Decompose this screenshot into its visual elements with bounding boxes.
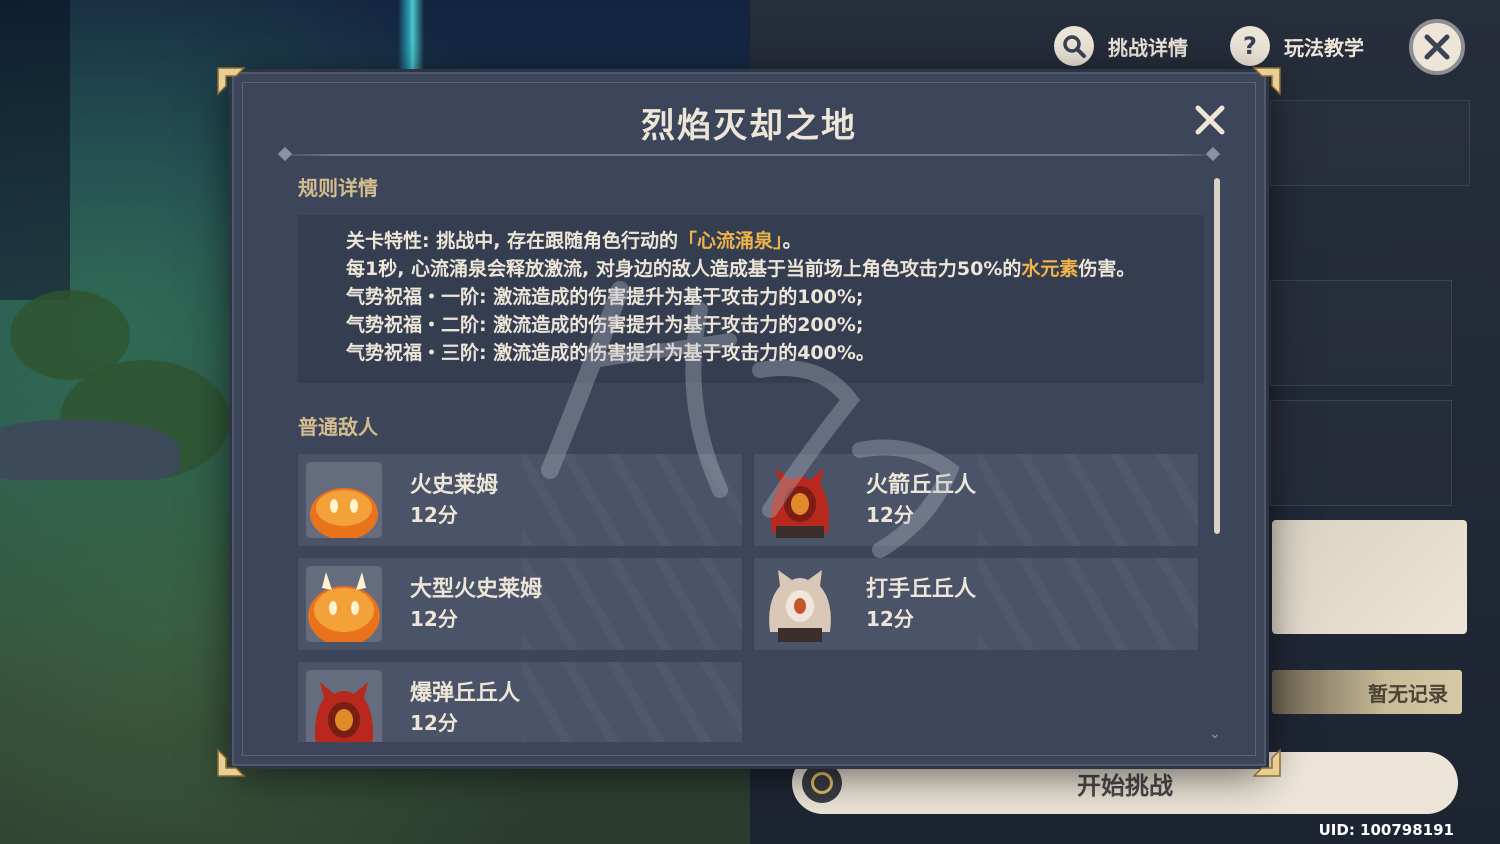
enemy-score: 12分 [410, 607, 458, 631]
rule-text: 。 [782, 230, 802, 252]
rule-text: 每1秒, 心流涌泉会释放激流, 对身边的敌人造成基于当前场上角色攻击力50%的 [346, 258, 1022, 280]
panel-box [1270, 100, 1470, 186]
tutorial-label: 玩法教学 [1284, 35, 1364, 60]
dialog-title: 烈焰灭却之地 [641, 106, 857, 146]
challenge-details-button[interactable]: 挑战详情 [1054, 24, 1188, 68]
rule-highlight: 水元素 [1021, 258, 1079, 280]
hilichurl-fighter-icon [762, 566, 838, 642]
pyro-hilichurl-icon [762, 462, 838, 538]
enemy-card[interactable]: 火史莱姆 12分 [298, 454, 742, 546]
rule-text: 关卡特性: 挑战中, 存在跟随角色行动的 [346, 230, 679, 252]
challenge-details-label: 挑战详情 [1108, 35, 1188, 60]
enemy-score: 12分 [866, 503, 914, 527]
rule-line-1: 关卡特性: 挑战中, 存在跟随角色行动的「心流涌泉」。 [346, 227, 1184, 255]
enemy-score: 12分 [410, 711, 458, 735]
rule-text: 伤害。 [1078, 258, 1136, 280]
rule-line-3: 气势祝福・一阶: 激流造成的伤害提升为基于攻击力的100%; [346, 286, 864, 308]
enemy-list: 火史莱姆 12分 火箭丘丘人 12分 大型火史莱姆 12分 打手丘丘人 12分 … [298, 454, 1198, 742]
rule-highlight: 「心流涌泉」 [678, 230, 783, 252]
panel-box [1270, 280, 1452, 386]
corner-ornament-icon [216, 66, 246, 96]
corner-ornament-icon [1252, 66, 1282, 96]
title-divider [272, 154, 1226, 156]
large-pyro-slime-icon [306, 566, 382, 642]
enemy-name: 爆弹丘丘人 [410, 681, 521, 706]
question-icon: ? [1230, 26, 1270, 66]
bomb-hilichurl-icon [306, 670, 382, 742]
enemy-score: 12分 [866, 607, 914, 631]
record-card [1272, 520, 1467, 634]
search-icon [1054, 26, 1094, 66]
panel-box [1270, 400, 1452, 506]
corner-ornament-icon [1252, 748, 1282, 778]
tree-trunk [0, 0, 70, 300]
close-icon[interactable] [1409, 19, 1465, 75]
start-circle-icon [802, 763, 842, 803]
enemy-name: 火箭丘丘人 [866, 473, 977, 498]
rule-line-2: 每1秒, 心流涌泉会释放激流, 对身边的敌人造成基于当前场上角色攻击力50%的水… [346, 255, 1184, 283]
enemy-card[interactable]: 火箭丘丘人 12分 [754, 454, 1198, 546]
no-record-badge: 暂无记录 [1272, 670, 1462, 714]
rock [0, 420, 180, 480]
enemies-heading: 普通敌人 [298, 415, 378, 439]
no-record-label: 暂无记录 [1368, 681, 1448, 706]
enemy-name: 打手丘丘人 [866, 577, 977, 602]
challenge-info-dialog: 烈焰灭却之地 规则详情 关卡特性: 挑战中, 存在跟随角色行动的「心流涌泉」。 … [217, 67, 1281, 777]
dialog-scroll-content[interactable]: 规则详情 关卡特性: 挑战中, 存在跟随角色行动的「心流涌泉」。 每1秒, 心流… [298, 172, 1208, 742]
uid-label: UID: 100798191 [1318, 821, 1454, 839]
light-beam [398, 0, 424, 80]
enemy-score: 12分 [410, 503, 458, 527]
dialog-close-icon[interactable] [1192, 102, 1228, 138]
scrollbar-thumb[interactable] [1214, 178, 1220, 534]
start-challenge-label: 开始挑战 [1077, 771, 1173, 800]
rules-heading: 规则详情 [298, 176, 378, 200]
enemy-card[interactable]: 爆弹丘丘人 12分 [298, 662, 742, 742]
pyro-slime-icon [306, 462, 382, 538]
rules-box: 关卡特性: 挑战中, 存在跟随角色行动的「心流涌泉」。 每1秒, 心流涌泉会释放… [298, 215, 1204, 383]
enemy-name: 火史莱姆 [410, 473, 499, 498]
corner-ornament-icon [216, 748, 246, 778]
enemy-card[interactable]: 打手丘丘人 12分 [754, 558, 1198, 650]
tutorial-button[interactable]: ? 玩法教学 [1230, 24, 1364, 68]
enemy-name: 大型火史莱姆 [410, 577, 543, 602]
rule-line-5: 气势祝福・三阶: 激流造成的伤害提升为基于攻击力的400%。 [346, 342, 875, 364]
rule-line-4: 气势祝福・二阶: 激流造成的伤害提升为基于攻击力的200%; [346, 314, 864, 336]
enemy-card[interactable]: 大型火史莱姆 12分 [298, 558, 742, 650]
scroll-down-icon: ⌄ [1209, 726, 1221, 742]
